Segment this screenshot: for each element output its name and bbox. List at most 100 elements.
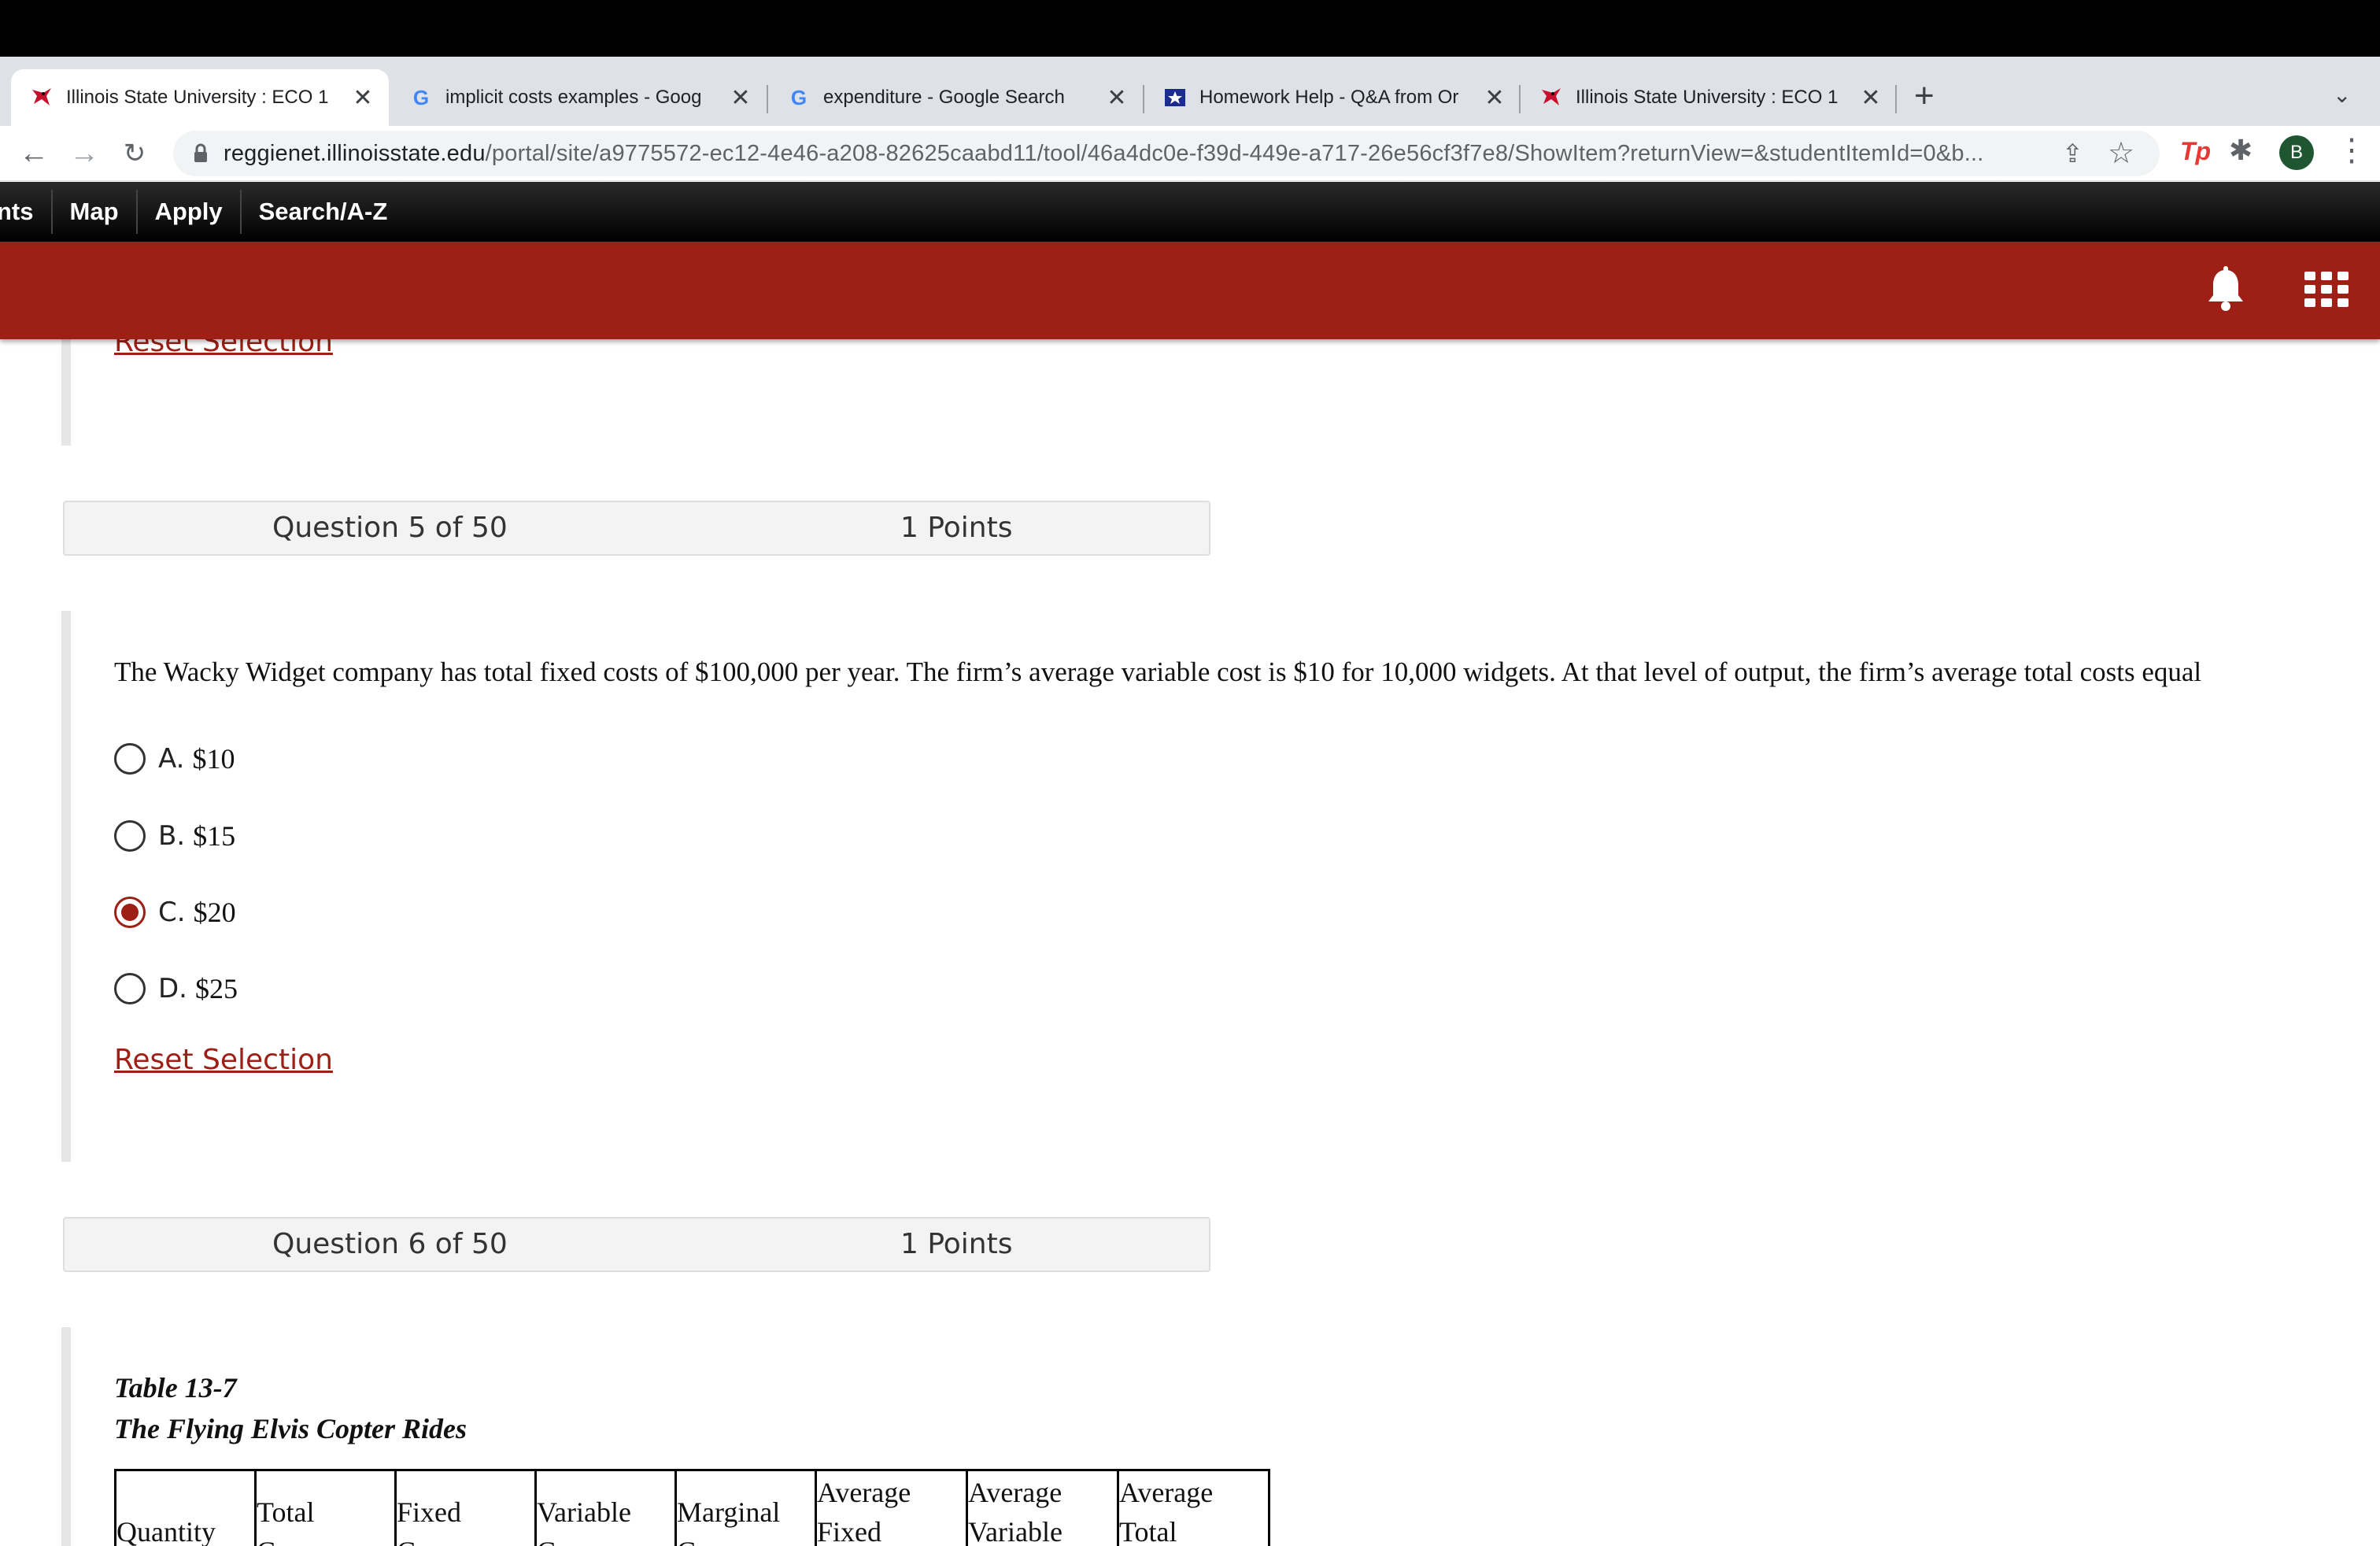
url-text: reggienet.illinoisstate.edu/portal/site/…: [224, 141, 1984, 167]
redbird-icon: [28, 84, 55, 111]
option-value: $20: [193, 897, 236, 928]
header-line: [116, 1473, 254, 1512]
question-number: Question 5 of 50: [272, 512, 508, 544]
option-d-radio[interactable]: [114, 973, 146, 1004]
table-label: Table 13-7: [114, 1372, 237, 1404]
option-c[interactable]: C. $20: [114, 895, 236, 930]
option-b[interactable]: B. $15: [114, 819, 235, 853]
header-line: Variable: [968, 1516, 1062, 1546]
header-line: C: [257, 1532, 394, 1546]
option-value: $25: [195, 973, 238, 1004]
option-a[interactable]: A. $10: [114, 742, 235, 776]
column-header-marginal-cost: Marginal C: [674, 1469, 817, 1546]
google-icon: G: [408, 84, 434, 111]
question-points: 1 Points: [900, 1228, 1013, 1260]
column-header-average-variable: Average Variable: [966, 1469, 1119, 1546]
option-b-radio[interactable]: [114, 820, 146, 852]
header-line: C: [537, 1532, 674, 1546]
question-5-header: Question 5 of 50 1 Points: [63, 501, 1210, 556]
column-header-average-total: Average Total: [1117, 1469, 1270, 1546]
forward-arrow-icon[interactable]: →: [65, 134, 104, 173]
option-value: $15: [193, 820, 236, 852]
header-line: C: [677, 1532, 815, 1546]
reload-icon[interactable]: ↻: [115, 134, 154, 173]
bookmark-star-icon[interactable]: ☆: [2108, 135, 2134, 171]
header-line: Quantity: [116, 1516, 216, 1546]
tab-title: Illinois State University : ECO 1: [66, 87, 329, 108]
header-line: Average: [817, 1477, 911, 1508]
reggienet-header-bar: [0, 242, 2380, 339]
tab-title: Illinois State University : ECO 1: [1576, 87, 1839, 108]
window-titlebar: [0, 0, 2380, 57]
nav-item-partial[interactable]: nts: [0, 190, 53, 234]
lock-icon: [194, 143, 207, 162]
option-d[interactable]: D. $25: [114, 971, 238, 1006]
tab-title: Homework Help - Q&A from Or: [1199, 87, 1459, 108]
nav-item-map[interactable]: Map: [53, 190, 138, 234]
question-points: 1 Points: [900, 512, 1013, 544]
star-shield-icon: [1162, 84, 1188, 111]
option-letter: C.: [158, 897, 186, 928]
university-nav-bar: nts Map Apply Search/A-Z: [0, 182, 2380, 242]
column-header-average-fixed: Average Fixed: [815, 1469, 968, 1546]
close-tab-icon[interactable]: ✕: [729, 84, 752, 112]
header-line: Fixed: [397, 1496, 462, 1528]
url-host: reggienet.illinoisstate.edu: [224, 141, 486, 166]
header-line: Fixed: [817, 1516, 882, 1546]
question-6-header: Question 6 of 50 1 Points: [63, 1217, 1210, 1272]
nav-item-apply[interactable]: Apply: [138, 190, 242, 234]
address-bar[interactable]: reggienet.illinoisstate.edu/portal/site/…: [173, 131, 2160, 176]
tab-title: expenditure - Google Search: [823, 87, 1065, 108]
share-icon[interactable]: ⇪: [2062, 139, 2083, 168]
tp-extension-icon[interactable]: Tp: [2180, 137, 2211, 166]
close-tab-icon[interactable]: ✕: [1483, 84, 1506, 112]
bell-icon[interactable]: [2204, 265, 2248, 313]
browser-toolbar: ← → ↻ reggienet.illinoisstate.edu/portal…: [0, 126, 2380, 181]
tab-expenditure[interactable]: G expenditure - Google Search ✕: [768, 69, 1143, 126]
apps-grid-icon[interactable]: [2304, 272, 2349, 309]
cost-table: Quantity Total C Fixed C Variable C Marg…: [114, 1469, 1270, 1546]
profile-avatar[interactable]: B: [2279, 135, 2314, 170]
tab-search-chevron-icon[interactable]: ⌄: [2333, 82, 2351, 108]
url-path: /portal/site/a9775572-ec12-4e46-a208-826…: [485, 141, 1984, 166]
option-value: $10: [192, 743, 235, 775]
header-line: Variable: [537, 1496, 631, 1528]
question-5-block: [61, 611, 71, 1162]
tab-eco-1-second[interactable]: Illinois State University : ECO 1 ✕: [1521, 69, 1897, 126]
google-icon: G: [785, 84, 812, 111]
question-5-text: The Wacky Widget company has total fixed…: [114, 656, 2202, 687]
option-letter: B.: [158, 820, 186, 852]
close-tab-icon[interactable]: ✕: [351, 84, 375, 112]
redbird-icon: [1538, 84, 1565, 111]
tab-separator: [1895, 85, 1897, 113]
question-number: Question 6 of 50: [272, 1228, 508, 1260]
tab-homework-help[interactable]: Homework Help - Q&A from Or ✕: [1144, 69, 1521, 126]
tab-title: implicit costs examples - Goog: [445, 87, 702, 108]
close-tab-icon[interactable]: ✕: [1105, 84, 1129, 112]
header-line: Total: [257, 1496, 315, 1528]
option-letter: D.: [158, 973, 187, 1004]
column-header-total-cost: Total C: [254, 1469, 397, 1546]
back-arrow-icon[interactable]: ←: [14, 134, 54, 173]
header-line: Average: [968, 1477, 1062, 1508]
header-line: Marginal: [677, 1496, 781, 1528]
previous-question-block: [61, 331, 71, 446]
column-header-fixed-cost: Fixed C: [394, 1469, 537, 1546]
option-a-radio[interactable]: [114, 743, 146, 775]
nav-item-search-a-z[interactable]: Search/A-Z: [242, 190, 405, 234]
extensions-puzzle-icon[interactable]: ✱: [2229, 134, 2252, 167]
header-line: Average: [1119, 1477, 1214, 1508]
option-c-radio-selected[interactable]: [114, 897, 146, 928]
tab-implicit-costs[interactable]: G implicit costs examples - Goog ✕: [390, 69, 767, 126]
reset-selection-link-q5[interactable]: Reset Selection: [114, 1044, 333, 1076]
tab-eco-1[interactable]: Illinois State University : ECO 1 ✕: [11, 69, 389, 126]
question-6-block: [61, 1327, 71, 1546]
header-line: C: [397, 1532, 534, 1546]
header-line: Total: [1119, 1516, 1177, 1546]
new-tab-icon[interactable]: +: [1914, 79, 1935, 113]
close-tab-icon[interactable]: ✕: [1859, 84, 1883, 112]
svg-text:G: G: [413, 86, 429, 109]
table-title: The Flying Elvis Copter Rides: [114, 1413, 468, 1444]
svg-text:G: G: [791, 86, 807, 109]
browser-menu-icon[interactable]: ⋮: [2336, 132, 2367, 168]
